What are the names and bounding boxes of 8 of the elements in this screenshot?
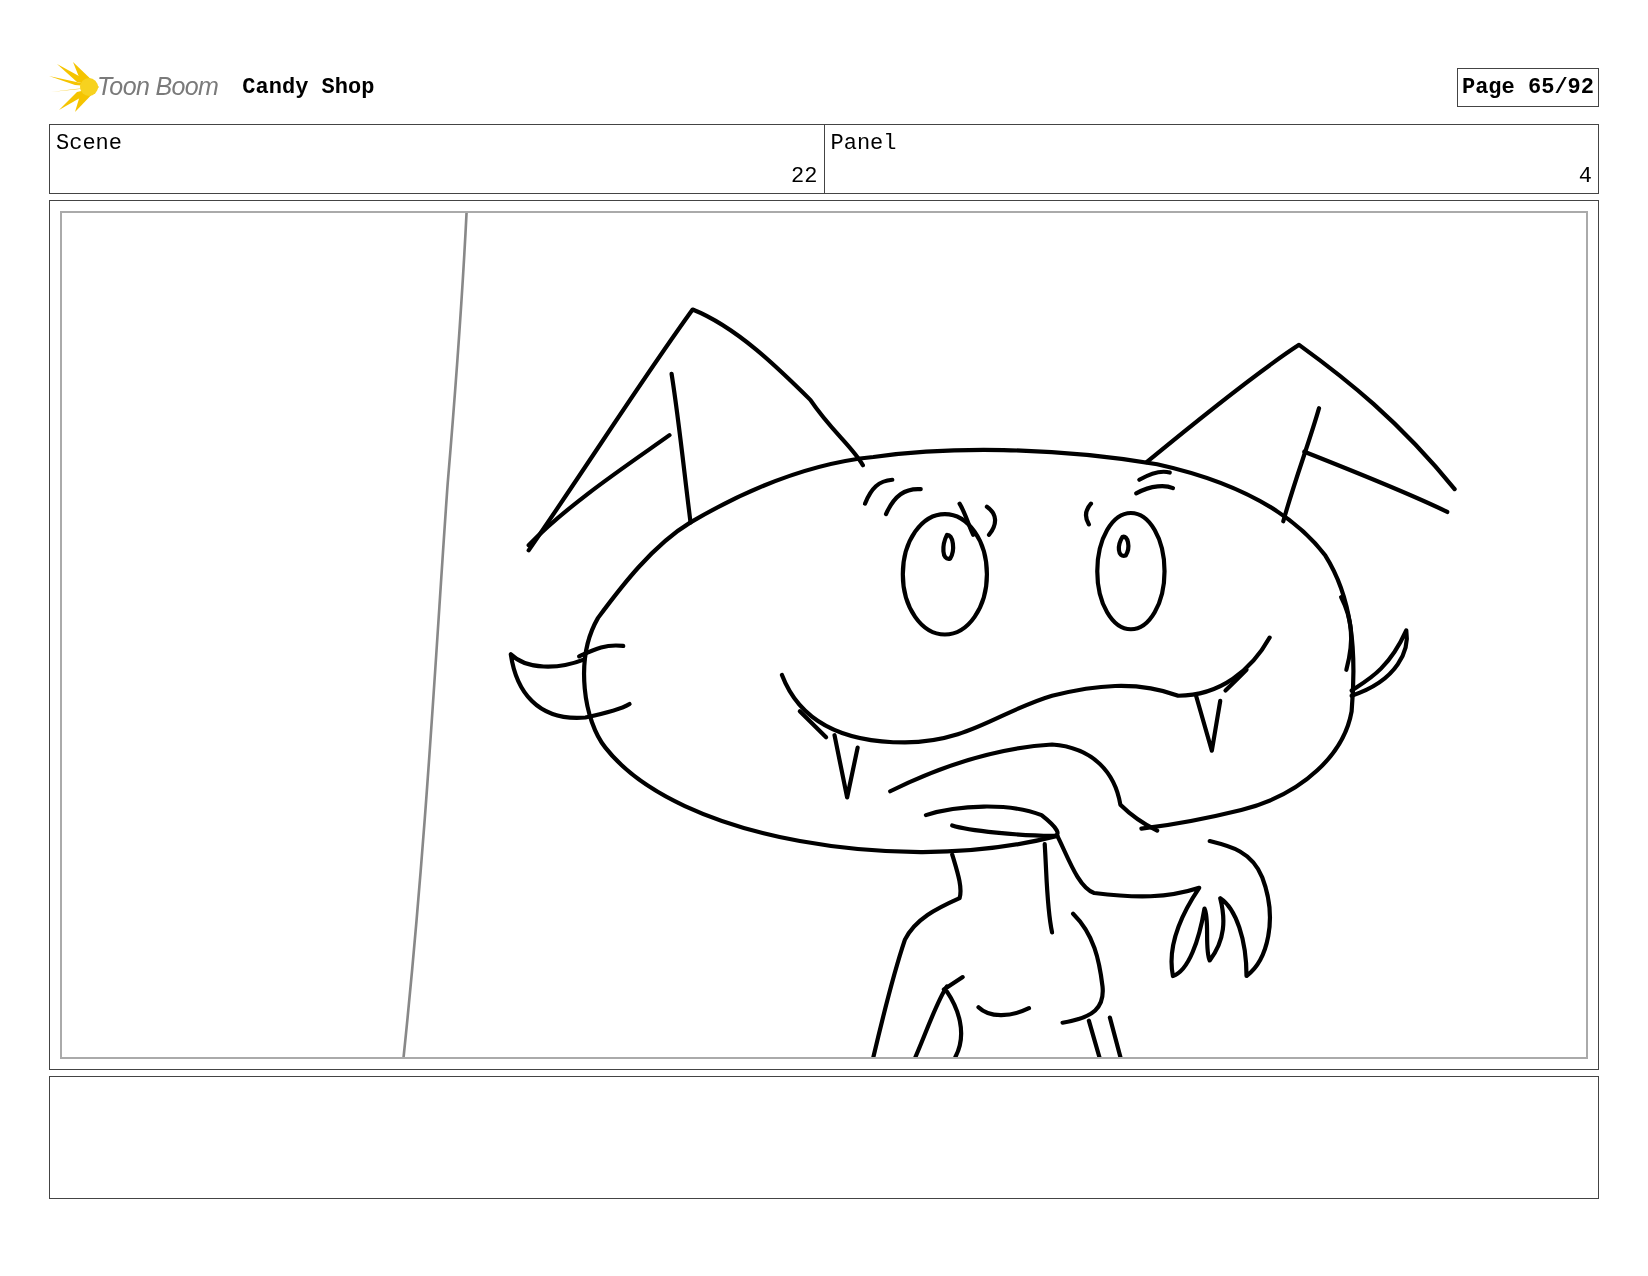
scene-label: Scene (56, 130, 123, 158)
scene-number: 22 (791, 163, 818, 191)
starburst-logo-icon (49, 62, 101, 112)
panel-label: Panel (830, 130, 898, 158)
panel-number: 4 (1578, 163, 1592, 191)
page-number: Page 65/92 (1456, 67, 1599, 107)
logo-wordmark: Toon Boom (97, 71, 219, 103)
project-title: Candy Shop (242, 73, 375, 102)
